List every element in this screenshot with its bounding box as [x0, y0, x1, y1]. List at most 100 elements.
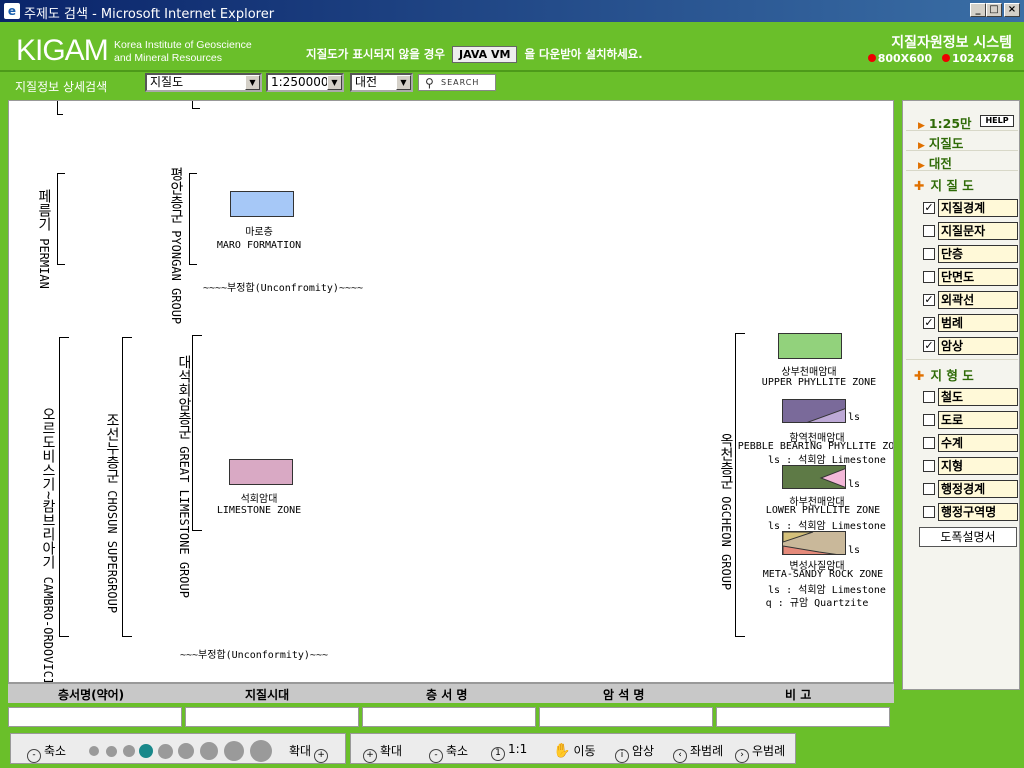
info-icon: i	[615, 749, 629, 763]
enlarge-control[interactable]: 확대 +	[289, 742, 331, 763]
enlarge-label: 확대	[289, 744, 312, 758]
zoom-level-dot[interactable]	[178, 743, 194, 759]
legend-checkbox[interactable]: ✓	[923, 317, 935, 329]
limestone-ko: 석회암대	[240, 494, 278, 505]
pyongan-label: 평안층군 PYONGAN GROUP	[147, 167, 184, 324]
lithology-label[interactable]: 암상	[938, 337, 1018, 355]
chevron-down-icon: ▼	[327, 75, 342, 90]
right-legend-button[interactable]: › 우범례	[735, 742, 785, 763]
pan-button[interactable]: ✋ 이동	[553, 742, 596, 759]
minimize-button[interactable]: _	[970, 3, 986, 17]
zoom-level-dot[interactable]	[158, 744, 173, 759]
upper-phyllite-swatch	[778, 333, 842, 359]
maro-swatch	[230, 191, 294, 217]
search-label: SEARCH	[441, 78, 480, 87]
admin-boundary-checkbox[interactable]	[923, 483, 935, 495]
region-link-label: 대전	[928, 156, 952, 171]
zoom-level-dot[interactable]	[106, 746, 117, 757]
pyongan-ko: 평안층군	[168, 167, 184, 223]
geo-boundary-label[interactable]: 지질경계	[938, 199, 1018, 217]
kigam-logo[interactable]: KIGAM	[16, 34, 109, 68]
cambro-bracket	[59, 337, 69, 637]
limestone-swatch	[229, 459, 293, 485]
zoom-level-dot-active[interactable]	[139, 744, 153, 758]
zoom-level-dot[interactable]	[250, 740, 272, 762]
road-label[interactable]: 도로	[938, 411, 1018, 429]
zoom-level-dot[interactable]	[89, 746, 99, 756]
maximize-button[interactable]: □	[986, 3, 1002, 17]
rock-info-button[interactable]: i 암상	[615, 742, 654, 763]
chevron-down-icon: ▼	[396, 75, 411, 90]
ls-tag: ls	[848, 479, 861, 490]
dot-icon	[941, 54, 950, 62]
zoom-out-button[interactable]: - 축소	[429, 742, 468, 763]
lower-phyllite-en: LOWER PHYLLITE ZONE	[765, 505, 881, 516]
legend-view[interactable]: 페름기 PERMIAN 평안층군 PYONGAN GROUP 마로층 MARO …	[8, 100, 894, 683]
railway-checkbox[interactable]	[923, 391, 935, 403]
lower-phyllite-swatch	[782, 465, 846, 489]
system-name: 지질자원정보 시스템	[891, 35, 1012, 51]
logo-subtitle: Korea Institute of Geoscience and Minera…	[114, 39, 252, 65]
geo-boundary-checkbox[interactable]: ✓	[923, 202, 935, 214]
one-to-one-button[interactable]: 1 1:1	[491, 742, 527, 761]
cross-section-label[interactable]: 단면도	[938, 268, 1018, 286]
res-1024-link[interactable]: 1024X768	[952, 52, 1014, 65]
ogcheon-label: 옥천층군 OGCHEON GROUP	[697, 433, 734, 590]
pan-label: 이동	[573, 744, 596, 758]
left-legend-button[interactable]: ‹ 좌범례	[673, 742, 723, 763]
ie-icon: e	[4, 3, 20, 19]
right-arrow-icon: ›	[735, 749, 749, 763]
zoom-level-dot[interactable]	[200, 742, 218, 760]
java-message: 지질도가 표시되지 않을 경우 JAVA VM 을 다운받아 설치하세요.	[306, 46, 643, 63]
region-select[interactable]: 대전 ▼	[350, 73, 413, 92]
dot-icon	[867, 54, 876, 62]
zoom-level-dot[interactable]	[224, 741, 244, 761]
divider	[906, 130, 1018, 131]
permian-label: 페름기 PERMIAN	[21, 189, 52, 289]
help-button[interactable]: HELP	[980, 115, 1014, 127]
zoom-level-dot[interactable]	[123, 745, 135, 757]
info-table-header: 층서명(약어) 지질시대 층 서 명 암 석 명 비 고	[8, 683, 894, 703]
outline-label[interactable]: 외곽선	[938, 291, 1018, 309]
limestone-en: LIMESTONE ZONE	[216, 505, 302, 516]
search-button[interactable]: ⚲ SEARCH	[418, 74, 496, 91]
water-label[interactable]: 수계	[938, 434, 1018, 452]
admin-name-label[interactable]: 행정구역명	[938, 503, 1018, 521]
fault-checkbox[interactable]	[923, 248, 935, 260]
map-type-select[interactable]: 지질도 ▼	[145, 73, 262, 92]
col-strat-name: 층 서 명	[426, 688, 468, 702]
outline-checkbox[interactable]: ✓	[923, 294, 935, 306]
terrain-label[interactable]: 지형	[938, 457, 1018, 475]
geo-section-header: ✚ 지 질 도	[914, 175, 974, 194]
magnifier-icon: 1	[491, 747, 505, 761]
lithology-checkbox[interactable]: ✓	[923, 340, 935, 352]
great-label: 대석회암층군 GREAT LIMESTONE GROUP	[155, 355, 192, 598]
admin-boundary-label[interactable]: 행정경계	[938, 480, 1018, 498]
scale-select[interactable]: 1:250000 ▼	[266, 73, 344, 92]
java-msg-post: 을 다운받아 설치하세요.	[524, 47, 643, 61]
close-button[interactable]: ×	[1004, 3, 1020, 17]
water-checkbox[interactable]	[923, 437, 935, 449]
java-vm-button[interactable]: JAVA VM	[452, 46, 518, 63]
map-description-button[interactable]: 도폭설명서	[919, 527, 1017, 547]
railway-label[interactable]: 철도	[938, 388, 1018, 406]
legend-label[interactable]: 범례	[938, 314, 1018, 332]
search-icon: ⚲	[425, 76, 435, 90]
road-checkbox[interactable]	[923, 414, 935, 426]
search-toolbar: 지질정보 상세검색 지질도 ▼ 1:250000 ▼ 대전 ▼ ⚲ SEARCH	[0, 72, 1024, 98]
meta-ls-pattern	[783, 532, 837, 554]
shrink-control[interactable]: - 축소	[27, 742, 66, 763]
bracket-stub	[57, 101, 63, 115]
zoom-in-button[interactable]: + 확대	[363, 742, 402, 763]
geo-text-checkbox[interactable]	[923, 225, 935, 237]
resolution-links: 800X600 1024X768	[862, 52, 1014, 65]
cross-section-checkbox[interactable]	[923, 271, 935, 283]
res-800-link[interactable]: 800X600	[878, 52, 932, 65]
terrain-checkbox[interactable]	[923, 460, 935, 472]
cell-remarks	[716, 707, 890, 727]
permian-en: PERMIAN	[37, 238, 51, 289]
fault-label[interactable]: 단층	[938, 245, 1018, 263]
geo-text-label[interactable]: 지질문자	[938, 222, 1018, 240]
admin-name-checkbox[interactable]	[923, 506, 935, 518]
cambro-ko: 오르도비스기~캄브리아기	[40, 407, 56, 570]
